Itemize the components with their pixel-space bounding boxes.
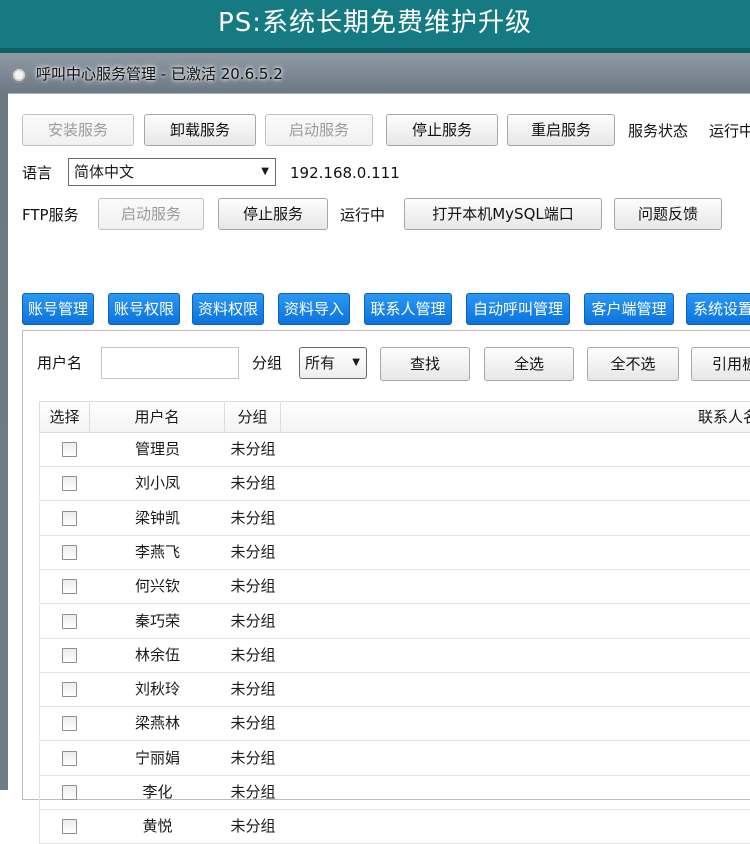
table-row[interactable]: 林余伍 未分组 [39,638,750,673]
row-checkbox[interactable] [62,819,77,835]
stop-service-button[interactable]: 停止服务 [386,114,498,146]
group-filter-selected: 所有 [305,354,336,372]
row-username: 林余伍 [134,645,180,664]
service-status-label: 服务状态 [628,122,689,140]
group-filter-select[interactable]: 所有 ▼ [299,347,367,379]
ftp-service-label: FTP服务 [22,206,79,224]
table-row[interactable]: 何兴钦 未分组 [39,570,750,605]
tab-account-management[interactable]: 账号管理 [22,293,94,325]
row-group: 未分组 [230,645,276,664]
row-username: 秦巧荣 [134,611,180,630]
row-group: 未分组 [230,474,276,493]
window-titlebar[interactable]: 呼叫中心服务管理 - 已激活 20.6.5.2 [0,53,750,93]
row-username: 宁丽娟 [134,748,180,767]
ftp-stop-button[interactable]: 停止服务 [218,198,328,230]
tab-contact-management[interactable]: 联系人管理 [364,293,452,325]
table-row[interactable]: 刘小凤 未分组 [39,467,750,502]
row-checkbox[interactable] [62,442,77,457]
dropdown-arrow-icon: ▼ [261,166,269,177]
tab-client-management[interactable]: 客户端管理 [584,293,674,325]
row-group: 未分组 [230,714,276,733]
row-username: 李化 [142,783,173,801]
language-selected: 简体中文 [74,163,135,181]
select-all-button[interactable]: 全选 [484,347,574,381]
tab-system-settings[interactable]: 系统设置 [686,293,750,325]
window-title: 呼叫中心服务管理 - 已激活 20.6.5.2 [36,65,283,83]
reference-button[interactable]: 引用板 [691,347,750,381]
row-group: 未分组 [230,440,276,458]
column-header-select[interactable]: 选择 [40,402,90,433]
row-username: 李燕飞 [134,542,180,561]
row-checkbox[interactable] [62,544,77,560]
row-username: 梁燕林 [134,714,180,733]
column-header-group[interactable]: 分组 [225,402,281,433]
row-group: 未分组 [230,817,276,836]
group-filter-label: 分组 [252,354,283,372]
row-checkbox[interactable] [62,750,77,766]
row-group: 未分组 [230,783,276,801]
row-username: 刘秋玲 [134,680,180,699]
start-service-button[interactable]: 启动服务 [265,114,373,146]
row-username: 梁钟凯 [134,508,180,527]
row-username: 管理员 [134,440,180,458]
row-checkbox[interactable] [62,785,77,800]
search-button[interactable]: 查找 [380,347,470,381]
dropdown-arrow-icon: ▼ [352,357,360,368]
row-group: 未分组 [230,542,276,561]
install-service-button[interactable]: 安装服务 [22,114,134,146]
column-header-contact[interactable]: 联系人名 [698,402,750,433]
language-select[interactable]: 简体中文 ▼ [68,158,276,186]
column-header-username[interactable]: 用户名 [90,402,225,433]
restart-service-button[interactable]: 重启服务 [507,114,615,146]
table-row[interactable]: 宁丽娟 未分组 [39,741,750,776]
row-group: 未分组 [230,611,276,630]
row-checkbox[interactable] [62,579,77,595]
row-username: 黄悦 [142,817,173,836]
row-group: 未分组 [230,508,276,527]
row-checkbox[interactable] [62,647,77,663]
open-mysql-port-button[interactable]: 打开本机MySQL端口 [404,198,602,230]
table-row[interactable]: 梁燕林 未分组 [39,707,750,742]
promo-banner: PS:系统长期免费维护升级 [0,0,750,48]
table-row[interactable]: 梁钟凯 未分组 [39,501,750,536]
uninstall-service-button[interactable]: 卸载服务 [144,114,256,146]
row-username: 刘小凤 [134,474,180,493]
row-group: 未分组 [230,680,276,699]
tab-data-import[interactable]: 资料导入 [278,293,350,325]
feedback-button[interactable]: 问题反馈 [614,198,722,230]
row-checkbox[interactable] [62,613,77,629]
service-status-value: 运行中 [709,122,750,140]
row-username: 何兴钦 [134,577,180,596]
app-gear-icon [11,67,27,83]
row-checkbox[interactable] [62,716,77,732]
table-row[interactable]: 黄悦 未分组 [39,810,750,844]
ftp-status-value: 运行中 [340,206,386,224]
table-header: 选择 用户名 分组 联系人名 [39,401,750,433]
tab-auto-dial-management[interactable]: 自动呼叫管理 [466,293,570,325]
row-checkbox[interactable] [62,476,77,492]
table-row[interactable]: 李化 未分组 [39,776,750,810]
tab-data-permissions[interactable]: 资料权限 [192,293,264,325]
select-none-button[interactable]: 全不选 [587,347,679,381]
language-label: 语言 [22,164,53,182]
ftp-start-button[interactable]: 启动服务 [98,198,204,230]
row-checkbox[interactable] [62,682,77,698]
table-row[interactable]: 李燕飞 未分组 [39,535,750,570]
username-filter-input[interactable] [101,347,239,379]
username-filter-label: 用户名 [37,354,83,372]
tab-account-permissions[interactable]: 账号权限 [108,293,180,325]
server-ip: 192.168.0.111 [290,164,400,182]
row-group: 未分组 [230,577,276,596]
table-row[interactable]: 管理员 未分组 [39,433,750,467]
table-row[interactable]: 刘秋玲 未分组 [39,673,750,708]
row-checkbox[interactable] [62,510,77,526]
table-row[interactable]: 秦巧荣 未分组 [39,604,750,639]
account-panel: 用户名 分组 所有 ▼ 查找 全选 全不选 引用板 选择 用户名 分组 联系人名… [22,330,750,844]
row-group: 未分组 [230,748,276,767]
